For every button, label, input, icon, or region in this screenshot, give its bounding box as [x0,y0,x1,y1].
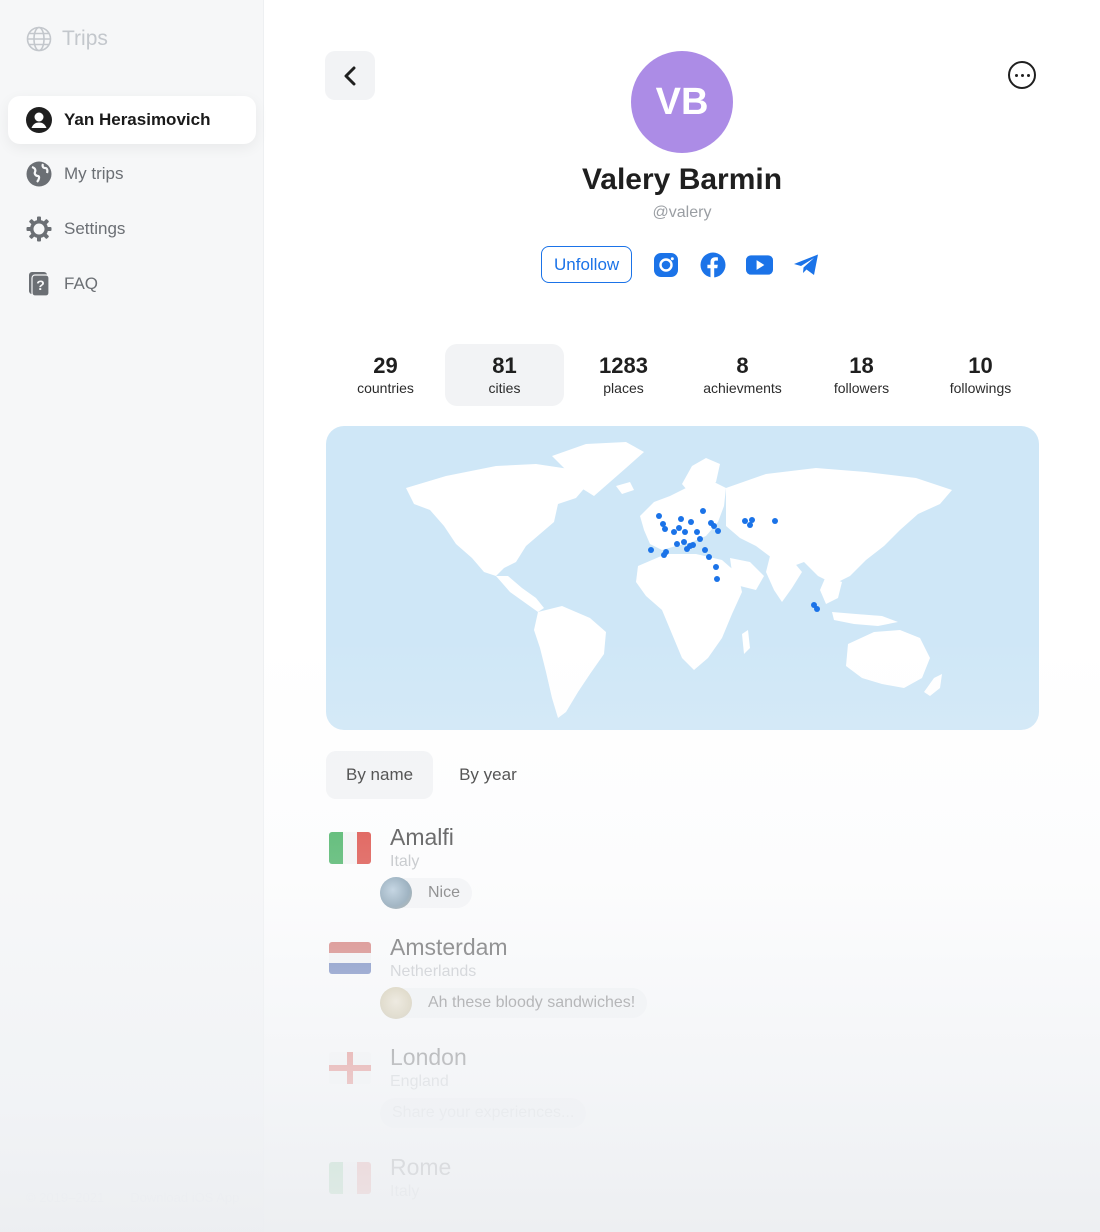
england-flag-icon [329,1052,371,1084]
stat-value: 18 [849,353,874,378]
sidebar-item-label: Settings [64,219,126,238]
list-item[interactable]: Amalfi Italy Nice [326,822,1040,932]
stat-value: 29 [373,353,398,378]
brand-label: Trips [62,27,108,50]
note-thumbnail [380,987,412,1019]
unfollow-button[interactable]: Unfollow [541,246,633,283]
stat-value: 10 [968,353,993,378]
sidebar-item-faq[interactable]: ? FAQ [8,260,256,308]
stat-places[interactable]: 1283 places [564,344,683,406]
sidebar-item-my-trips[interactable]: My trips [8,150,256,198]
city-name: London [390,1044,467,1070]
telegram-icon[interactable] [793,251,820,278]
city-country: Italy [390,853,420,870]
city-name: Rome [390,1154,452,1180]
stat-value: 8 [736,353,749,378]
gear-icon [26,216,52,242]
chevron-left-icon [344,66,356,85]
sort-tabs: By name By year [326,751,537,799]
stat-label: places [603,380,644,396]
sidebar-footer: © 2019–2021 Download iOS App [26,1190,239,1205]
list-item[interactable]: Amsterdam Netherlands Ah these bloody sa… [326,932,1040,1042]
italy-flag-icon [329,832,371,864]
globe-icon [26,161,52,187]
note-text: Ah these bloody sandwiches! [428,994,636,1011]
city-country: Netherlands [390,963,477,980]
svg-text:?: ? [36,277,45,293]
world-map[interactable] [326,426,1039,730]
world-map-svg [406,442,952,718]
stat-cities[interactable]: 81 cities [445,344,564,406]
stat-value: 81 [492,353,517,378]
more-dot [1020,73,1024,77]
city-note[interactable]: Ah these bloody sandwiches! [380,987,648,1019]
list-item[interactable]: London England Share your experiences... [326,1042,1040,1152]
sidebar-item-profile[interactable]: Yan Herasimovich [8,96,256,144]
avatar: VB [631,51,733,153]
italy-flag-icon [329,1162,371,1194]
profile-name: Valery Barmin [581,163,783,196]
question-icon: ? [26,271,52,297]
stat-label: followings [949,380,1012,396]
city-country: Italy [390,1183,420,1200]
stat-followers[interactable]: 18 followers [802,344,921,406]
stat-label: achievments [703,380,782,396]
user-icon [26,107,52,133]
note-thumbnail [380,877,412,909]
city-note[interactable]: Nice [380,877,473,909]
sidebar-item-label: My trips [64,164,124,183]
more-options-button[interactable] [1008,61,1036,89]
stats-row: 29 countries 81 cities 1283 places 8 achievm… [326,344,1040,406]
sidebar-item-label: Yan Herasimovich [64,110,211,129]
sidebar: Trips Yan Herasimovich My trips Settings… [0,0,264,1232]
more-dot [1014,73,1018,77]
note-text: Nice [428,884,461,901]
stat-label: cities [488,380,521,396]
copyright: © 2019–2021 [26,1190,105,1205]
note-placeholder: Share your experiences... [392,1104,575,1121]
city-country: England [390,1073,449,1090]
list-item[interactable]: Rome Italy [326,1152,1040,1232]
profile-handle: @valery [652,204,712,221]
sidebar-item-settings[interactable]: Settings [8,205,256,253]
tab-by-year[interactable]: By year [439,751,537,799]
profile-main: VB Valery Barmin @valery Unfollow 29 coun… [264,0,1100,1232]
avatar-initials: VB [655,80,709,123]
back-button[interactable] [325,51,375,100]
tab-by-name[interactable]: By name [326,751,434,799]
sidebar-item-label: FAQ [64,274,99,293]
stat-countries[interactable]: 29 countries [326,344,445,406]
instagram-icon[interactable] [652,251,679,278]
share-experience-field[interactable]: Share your experiences... [380,1098,587,1128]
city-name: Amsterdam [390,934,508,960]
city-name: Amalfi [390,824,454,850]
stat-label: followers [833,380,890,396]
youtube-icon[interactable] [746,251,774,278]
globe-icon [26,26,52,52]
city-list: Amalfi Italy Nice Amsterdam Netherlands … [326,822,1040,1232]
netherlands-flag-icon [329,942,371,974]
download-ios-link[interactable]: Download iOS App [130,1190,239,1205]
stat-label: countries [357,380,414,396]
stat-value: 1283 [599,353,648,378]
social-row: Unfollow [541,246,820,283]
brand[interactable]: Trips [26,26,108,52]
more-dot [1026,73,1030,77]
stat-achievements[interactable]: 8 achievments [683,344,802,406]
facebook-icon[interactable] [699,251,726,278]
stat-followings[interactable]: 10 followings [921,344,1040,406]
